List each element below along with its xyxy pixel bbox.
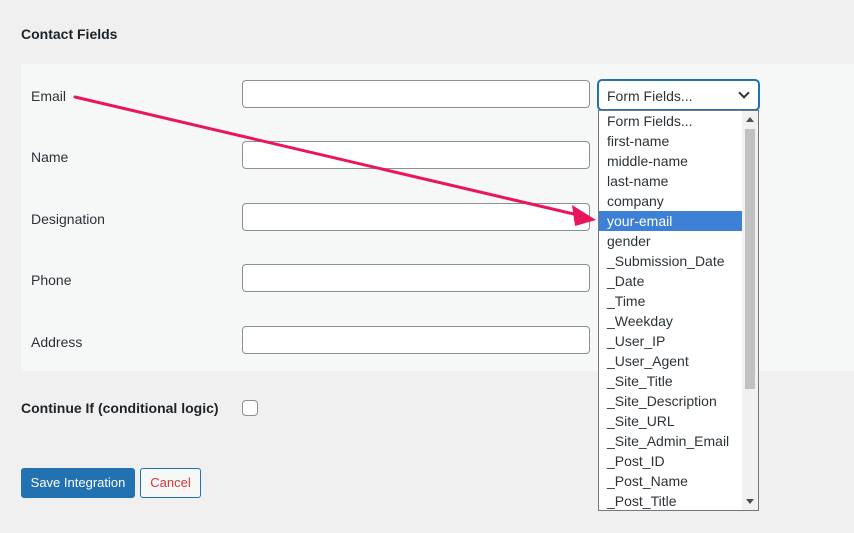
designation-label: Designation — [31, 211, 105, 227]
dropdown-option[interactable]: gender — [599, 231, 742, 251]
dropdown-option[interactable]: _User_Agent — [599, 351, 742, 371]
dropdown-option[interactable]: _Post_Title — [599, 491, 742, 510]
address-field[interactable] — [242, 326, 590, 354]
section-title: Contact Fields — [21, 26, 118, 42]
name-label: Name — [31, 149, 69, 165]
scroll-down-icon[interactable] — [746, 499, 754, 504]
dropdown-option[interactable]: Form Fields... — [599, 111, 742, 131]
email-field[interactable] — [242, 80, 590, 108]
conditional-logic-label: Continue If (conditional logic) — [21, 400, 219, 416]
address-label: Address — [31, 334, 83, 350]
chevron-down-icon — [738, 87, 750, 99]
dropdown-option[interactable]: _Post_ID — [599, 451, 742, 471]
name-field[interactable] — [242, 141, 590, 169]
scroll-up-icon[interactable] — [746, 117, 754, 122]
conditional-logic-checkbox[interactable] — [242, 400, 258, 416]
dropdown-option[interactable]: _Site_Title — [599, 371, 742, 391]
dropdown-option[interactable]: _User_IP — [599, 331, 742, 351]
cancel-button[interactable]: Cancel — [140, 468, 201, 498]
dropdown-option[interactable]: last-name — [599, 171, 742, 191]
phone-label: Phone — [31, 272, 72, 288]
dropdown-option[interactable]: your-email — [599, 211, 742, 231]
dropdown-scrollbar[interactable] — [742, 111, 758, 510]
dropdown-option[interactable]: _Date — [599, 271, 742, 291]
dropdown-option[interactable]: _Submission_Date — [599, 251, 742, 271]
dropdown-option[interactable]: _Site_Description — [599, 391, 742, 411]
phone-field[interactable] — [242, 264, 590, 292]
dropdown-option[interactable]: _Post_Name — [599, 471, 742, 491]
designation-field[interactable] — [242, 203, 590, 231]
select-value: Form Fields... — [607, 88, 693, 104]
dropdown-option[interactable]: _Site_URL — [599, 411, 742, 431]
dropdown-option[interactable]: middle-name — [599, 151, 742, 171]
scrollbar-thumb[interactable] — [745, 129, 755, 389]
dropdown-option[interactable]: _Time — [599, 291, 742, 311]
dropdown-option[interactable]: _Weekday — [599, 311, 742, 331]
dropdown-option[interactable]: first-name — [599, 131, 742, 151]
save-integration-button[interactable]: Save Integration — [21, 468, 135, 498]
email-label: Email — [31, 88, 67, 104]
form-fields-dropdown[interactable]: _Post_Title _Post_Name _Post_ID _Site_Admin… — [598, 110, 759, 511]
dropdown-option[interactable]: _Site_Admin_Email — [599, 431, 742, 451]
form-fields-select[interactable]: Form Fields... — [598, 80, 759, 110]
dropdown-option[interactable]: company — [599, 191, 742, 211]
